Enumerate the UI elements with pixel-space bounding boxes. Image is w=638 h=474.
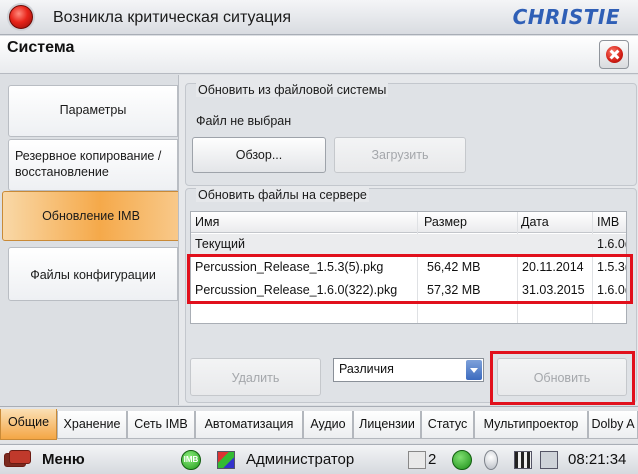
column-header-size[interactable]: Размер	[424, 215, 467, 229]
cell-name: Текущий	[195, 237, 245, 251]
projector-icon[interactable]	[217, 451, 235, 469]
upload-button[interactable]: Загрузить	[334, 137, 466, 173]
side-tab-config-files[interactable]: Файлы конфигурации	[8, 247, 178, 301]
package-rows-highlight	[187, 254, 633, 304]
close-button[interactable]	[599, 40, 629, 69]
filter-selected-value: Различия	[339, 362, 394, 376]
lightbulb-icon[interactable]	[484, 450, 498, 470]
filter-dropdown[interactable]: Различия	[333, 358, 484, 382]
fs-update-group: Обновить из файловой системы Файл не выб…	[185, 83, 637, 186]
taskbar: Меню IMB Администратор 2 08:21:34	[0, 444, 638, 474]
tab-multiprojector[interactable]: Мультипроектор	[474, 411, 588, 439]
tab-licenses[interactable]: Лицензии	[353, 411, 421, 439]
tab-general[interactable]: Общие	[0, 409, 57, 440]
system-side-tabs: Параметры Резервное копирование / восста…	[0, 75, 180, 405]
imb-status-icon[interactable]: IMB	[181, 450, 201, 470]
side-tab-backup-restore[interactable]: Резервное копирование / восстановление	[8, 139, 178, 191]
alert-message[interactable]: Возникла критическая ситуация	[53, 9, 291, 27]
power-icon[interactable]	[452, 450, 472, 470]
group-title: Обновить из файловой системы	[196, 83, 389, 97]
group-title: Обновить файлы на сервере	[196, 188, 369, 202]
sessions-count: 2	[428, 451, 437, 468]
clock: 08:21:34	[568, 451, 627, 468]
bottom-tab-bar: Общие Хранение Сеть IMB Автоматизация Ау…	[0, 406, 638, 443]
dropdown-arrow-icon[interactable]	[466, 360, 482, 380]
critical-alert-icon[interactable]	[9, 5, 33, 29]
side-tab-label: Обновление IMB	[42, 209, 140, 223]
cell-imb: 1.6.0(	[597, 237, 627, 251]
tab-automation[interactable]: Автоматизация	[195, 411, 303, 439]
page-title: Система	[7, 39, 75, 56]
side-tab-parameters[interactable]: Параметры	[8, 85, 178, 137]
column-header-name[interactable]: Имя	[195, 215, 219, 229]
menu-icon[interactable]	[4, 450, 38, 470]
side-tab-label: Параметры	[59, 103, 127, 117]
column-header-date[interactable]: Дата	[521, 215, 549, 229]
table-row-current[interactable]: Текущий 1.6.0(	[191, 234, 627, 255]
film-icon[interactable]	[514, 451, 532, 469]
browse-button[interactable]: Обзор...	[192, 137, 326, 173]
close-icon	[606, 46, 623, 63]
menu-button[interactable]: Меню	[42, 451, 85, 468]
side-tab-imb-update[interactable]: Обновление IMB	[2, 191, 180, 241]
update-button[interactable]: Обновить	[497, 358, 627, 396]
current-user[interactable]: Администратор	[246, 451, 354, 468]
christie-logo: CHRISTIE	[512, 5, 620, 29]
tab-audio[interactable]: Аудио	[303, 411, 353, 439]
side-tab-label-line1: Резервное копирование /	[15, 149, 162, 163]
sessions-icon[interactable]	[408, 451, 426, 469]
page-header: Система	[0, 36, 638, 74]
table-header: Имя Размер Дата IMB	[191, 212, 626, 233]
column-header-imb[interactable]: IMB	[597, 215, 619, 229]
tab-imb-network[interactable]: Сеть IMB	[127, 411, 195, 439]
tab-dolby[interactable]: Dolby A	[588, 411, 638, 439]
tab-storage[interactable]: Хранение	[57, 411, 127, 439]
side-tab-label-line2: восстановление	[15, 165, 109, 179]
alert-bar: Возникла критическая ситуация CHRISTIE	[0, 0, 638, 35]
grid-icon[interactable]	[540, 451, 558, 469]
delete-button[interactable]: Удалить	[190, 358, 321, 396]
file-status-label: Файл не выбран	[196, 114, 292, 128]
side-tab-label: Файлы конфигурации	[30, 268, 156, 282]
tab-status[interactable]: Статус	[421, 411, 474, 439]
